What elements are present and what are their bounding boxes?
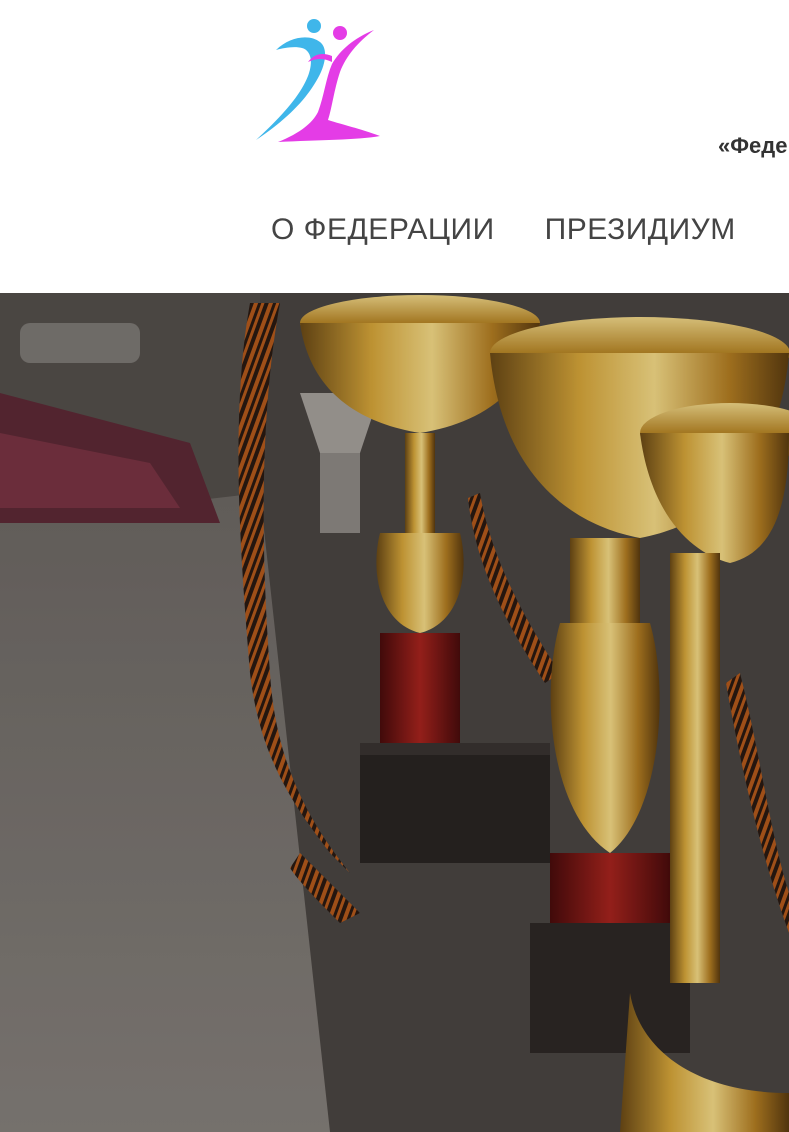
- federation-tagline: «Феде: [718, 133, 788, 158]
- page: «Феде О ФЕДЕРАЦИИ ПРЕЗИДИУМ: [0, 0, 789, 1132]
- nav-item-about-federation[interactable]: О ФЕДЕРАЦИИ: [271, 213, 495, 247]
- federation-logo[interactable]: [248, 12, 388, 147]
- main-navigation: О ФЕДЕРАЦИИ ПРЕЗИДИУМ: [271, 213, 736, 247]
- hero-banner: [0, 293, 789, 1132]
- site-header: «Феде О ФЕДЕРАЦИИ ПРЕЗИДИУМ: [0, 0, 789, 293]
- nav-item-presidium[interactable]: ПРЕЗИДИУМ: [545, 213, 736, 247]
- dancers-logo-icon: [256, 19, 380, 142]
- trophies-hero-image: [0, 293, 789, 1132]
